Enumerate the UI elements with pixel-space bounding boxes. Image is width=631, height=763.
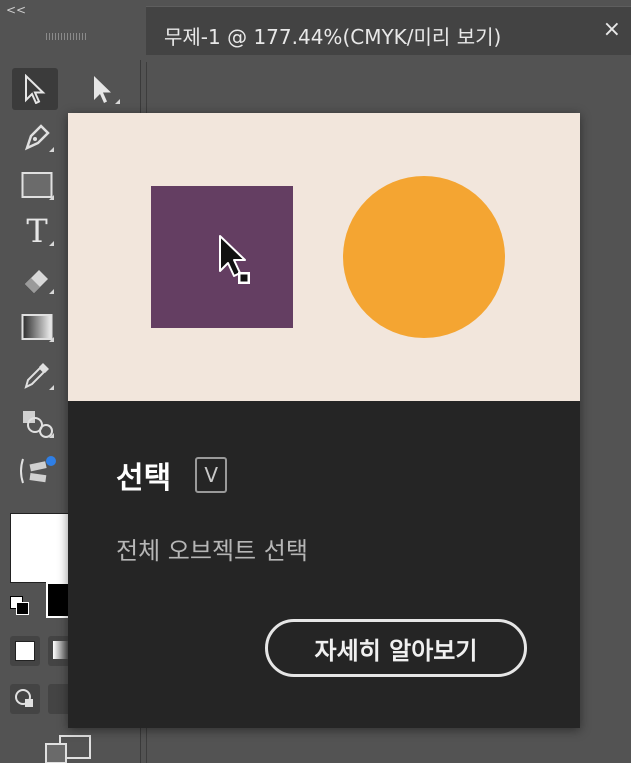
- tool-tooltip: 선택 V 전체 오브젝트 선택 자세히 알아보기: [68, 113, 580, 728]
- shortcut-key-badge: V: [195, 457, 228, 493]
- document-title: 무제-1 @ 177.44%(CMYK/미리 보기): [164, 25, 502, 49]
- draw-mode-icon: [15, 689, 33, 707]
- shape-builder-tool[interactable]: [14, 402, 60, 444]
- tool-flyout-indicator: [49, 289, 54, 294]
- tooltip-preview: [68, 113, 580, 401]
- learn-more-button[interactable]: 자세히 알아보기: [265, 619, 527, 677]
- tooltip-description: 전체 오브젝트 선택: [116, 537, 308, 565]
- blend-icon: [20, 456, 56, 484]
- tool-flyout-indicator: [49, 147, 54, 152]
- preview-illustration: [151, 176, 505, 338]
- preview-circle: [343, 176, 505, 338]
- blend-tool[interactable]: [14, 450, 60, 492]
- tool-flyout-indicator: [49, 195, 54, 200]
- type-icon: T: [26, 212, 48, 250]
- selection-tool[interactable]: [12, 68, 58, 110]
- pen-tool[interactable]: [14, 116, 60, 158]
- fill-color-swatch[interactable]: [10, 513, 72, 583]
- change-screen-mode-icon[interactable]: [44, 734, 92, 763]
- draw-normal-button[interactable]: [10, 684, 40, 714]
- document-tab[interactable]: 무제-1 @ 177.44%(CMYK/미리 보기) ×: [146, 6, 631, 55]
- tool-flyout-indicator: [49, 337, 54, 342]
- tool-flyout-indicator: [49, 241, 54, 246]
- direct-selection-tool[interactable]: [80, 68, 126, 110]
- selection-arrow-icon: [25, 74, 46, 104]
- eraser-tool[interactable]: [14, 258, 60, 300]
- eyedropper-tool[interactable]: [14, 354, 60, 396]
- collapse-panel-button[interactable]: <<: [6, 3, 26, 17]
- tool-flyout-indicator: [115, 99, 120, 104]
- document-tab-bar: 무제-1 @ 177.44%(CMYK/미리 보기) ×: [140, 0, 631, 60]
- rectangle-tool[interactable]: [14, 164, 60, 206]
- type-tool[interactable]: T: [14, 210, 60, 252]
- gradient-tool[interactable]: [14, 306, 60, 348]
- direct-selection-arrow-icon: [94, 76, 111, 103]
- color-mode-button[interactable]: [10, 636, 40, 666]
- tooltip-title-row: 선택 V: [116, 453, 228, 497]
- tool-flyout-indicator: [49, 385, 54, 390]
- close-document-button[interactable]: ×: [603, 19, 621, 41]
- panel-grip[interactable]: [46, 33, 86, 40]
- default-colors-icon[interactable]: [10, 596, 30, 616]
- tooltip-title: 선택: [116, 461, 172, 496]
- pen-icon: [24, 124, 50, 151]
- tool-flyout-indicator: [49, 433, 54, 438]
